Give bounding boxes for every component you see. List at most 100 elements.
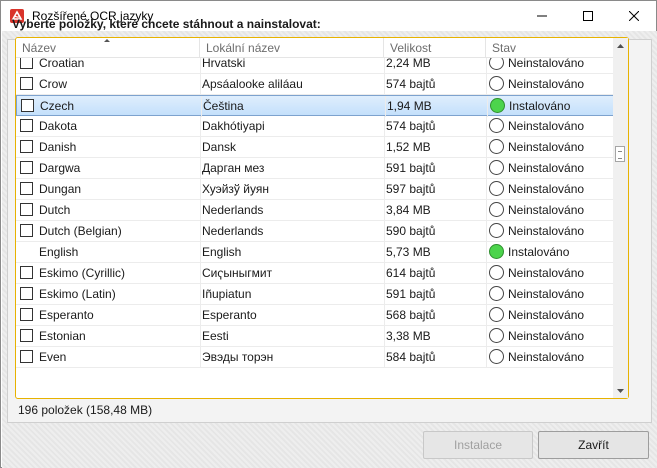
- row-status: Neinstalováno: [508, 58, 585, 70]
- column-divider: [486, 284, 487, 305]
- table-row[interactable]: Dutch (Belgian) Nederlands 590 bajtů Neinst…: [16, 221, 614, 242]
- column-divider: [486, 263, 487, 284]
- column-divider: [200, 242, 201, 263]
- row-language-name: Danish: [39, 140, 77, 154]
- column-divider: [486, 326, 487, 347]
- row-local-name: Eesti: [202, 329, 229, 343]
- row-language-name: Estonian: [39, 329, 86, 343]
- column-divider: [384, 263, 385, 284]
- column-divider: [200, 263, 201, 284]
- scroll-thumb[interactable]: [615, 146, 625, 162]
- row-status: Neinstalováno: [508, 308, 585, 322]
- not-installed-status-icon: [489, 349, 504, 364]
- column-divider: [200, 347, 201, 368]
- column-header-status[interactable]: Stav: [486, 38, 614, 58]
- row-size: 5,73 MB: [386, 245, 431, 259]
- column-divider: [384, 58, 385, 74]
- row-local-name: Čeština: [203, 99, 244, 113]
- row-checkbox[interactable]: [20, 266, 33, 279]
- row-checkbox[interactable]: [20, 119, 33, 132]
- row-status: Neinstalováno: [508, 329, 585, 343]
- table-row[interactable]: Even Эвэды торэн 584 bajtů Neinstalováno: [16, 347, 614, 368]
- dialog-window: Rozšířené OCR jazyky Vyberte položky, kt…: [0, 0, 657, 468]
- row-language-name: Czech: [40, 99, 75, 113]
- table-row[interactable]: English English 5,73 MB Instalováno: [16, 242, 614, 263]
- not-installed-status-icon: [489, 328, 504, 343]
- column-header-name[interactable]: Název: [16, 38, 200, 58]
- row-checkbox[interactable]: [20, 140, 33, 153]
- row-size: 574 bajtů: [386, 119, 436, 133]
- row-local-name: Эвэды торэн: [202, 350, 274, 364]
- column-divider: [200, 221, 201, 242]
- row-status: Neinstalováno: [508, 119, 585, 133]
- table-row[interactable]: Dakota Dakhótiyapi 574 bajtů Neinstalováno: [16, 116, 614, 137]
- row-checkbox[interactable]: [21, 99, 34, 112]
- row-local-name: Dansk: [202, 140, 237, 154]
- column-divider: [486, 74, 487, 95]
- column-divider: [200, 58, 201, 74]
- table-row[interactable]: Eskimo (Cyrillic) Сиҁыныгмит 614 bajtů Nein…: [16, 263, 614, 284]
- close-icon: [629, 11, 639, 21]
- row-size: 590 bajtů: [386, 224, 436, 238]
- row-checkbox[interactable]: [20, 287, 33, 300]
- list-header: Název Lokální název Velikost Stav: [16, 38, 614, 58]
- language-list[interactable]: Název Lokální název Velikost Stav Croati…: [15, 37, 629, 399]
- row-local-name: Nederlands: [202, 224, 264, 238]
- column-divider: [486, 200, 487, 221]
- row-checkbox[interactable]: [20, 161, 33, 174]
- row-size: 574 bajtů: [386, 77, 436, 91]
- sort-ascending-icon: [104, 39, 110, 42]
- column-header-local-name[interactable]: Lokální název: [200, 38, 384, 58]
- row-language-name: Esperanto: [39, 308, 94, 322]
- row-status: Neinstalováno: [508, 350, 585, 364]
- row-status: Neinstalováno: [508, 287, 585, 301]
- installed-status-icon: [489, 244, 504, 259]
- column-divider: [384, 221, 385, 242]
- row-size: 584 bajtů: [386, 350, 436, 364]
- table-row[interactable]: Dargwa Дарган мез 591 bajtů Neinstalováno: [16, 158, 614, 179]
- row-status: Instalováno: [509, 99, 571, 113]
- not-installed-status-icon: [489, 202, 504, 217]
- row-checkbox[interactable]: [20, 203, 33, 216]
- minimize-button[interactable]: [519, 1, 565, 31]
- table-row[interactable]: Dutch Nederlands 3,84 MB Neinstalováno: [16, 200, 614, 221]
- row-checkbox[interactable]: [20, 308, 33, 321]
- row-status: Neinstalováno: [508, 182, 585, 196]
- table-row[interactable]: Eskimo (Latin) Iñupiatun 591 bajtů Neinstal…: [16, 284, 614, 305]
- column-divider: [384, 242, 385, 263]
- table-row[interactable]: Estonian Eesti 3,38 MB Neinstalováno: [16, 326, 614, 347]
- row-local-name: Hrvatski: [202, 58, 246, 70]
- row-checkbox[interactable]: [20, 77, 33, 90]
- table-row[interactable]: Crow Apsáalooke aliláau 574 bajtů Neinstalo…: [16, 74, 614, 95]
- column-divider: [487, 96, 488, 117]
- table-row[interactable]: Croatian Hrvatski 2,24 MB Neinstalováno: [16, 58, 614, 74]
- vertical-scrollbar[interactable]: [613, 38, 628, 398]
- row-size: 597 bajtů: [386, 182, 436, 196]
- table-row[interactable]: Esperanto Esperanto 568 bajtů Neinstalováno: [16, 305, 614, 326]
- table-row[interactable]: Dungan Хуэйзў йуян 597 bajtů Neinstalováno: [16, 179, 614, 200]
- not-installed-status-icon: [489, 223, 504, 238]
- row-checkbox[interactable]: [20, 350, 33, 363]
- row-checkbox[interactable]: [20, 182, 33, 195]
- table-row[interactable]: Czech Čeština 1,94 MB Instalováno: [16, 95, 614, 117]
- maximize-button[interactable]: [565, 1, 611, 31]
- row-checkbox[interactable]: [20, 329, 33, 342]
- column-divider: [384, 326, 385, 347]
- column-divider: [200, 305, 201, 326]
- table-row[interactable]: Danish Dansk 1,52 MB Neinstalováno: [16, 137, 614, 158]
- row-local-name: Iñupiatun: [202, 287, 252, 301]
- column-divider: [385, 96, 386, 117]
- install-button[interactable]: Instalace: [423, 431, 533, 459]
- scroll-up-button[interactable]: [613, 38, 628, 53]
- column-header-size[interactable]: Velikost: [384, 38, 486, 58]
- column-divider: [486, 221, 487, 242]
- row-status: Neinstalováno: [508, 161, 585, 175]
- row-checkbox[interactable]: [20, 224, 33, 237]
- close-window-button[interactable]: [611, 1, 657, 31]
- scroll-down-button[interactable]: [613, 383, 628, 398]
- minimize-icon: [537, 15, 547, 17]
- close-button[interactable]: Zavřít: [538, 431, 649, 459]
- row-checkbox[interactable]: [20, 58, 33, 69]
- not-installed-status-icon: [489, 307, 504, 322]
- column-header-local-name-label: Lokální název: [206, 41, 281, 55]
